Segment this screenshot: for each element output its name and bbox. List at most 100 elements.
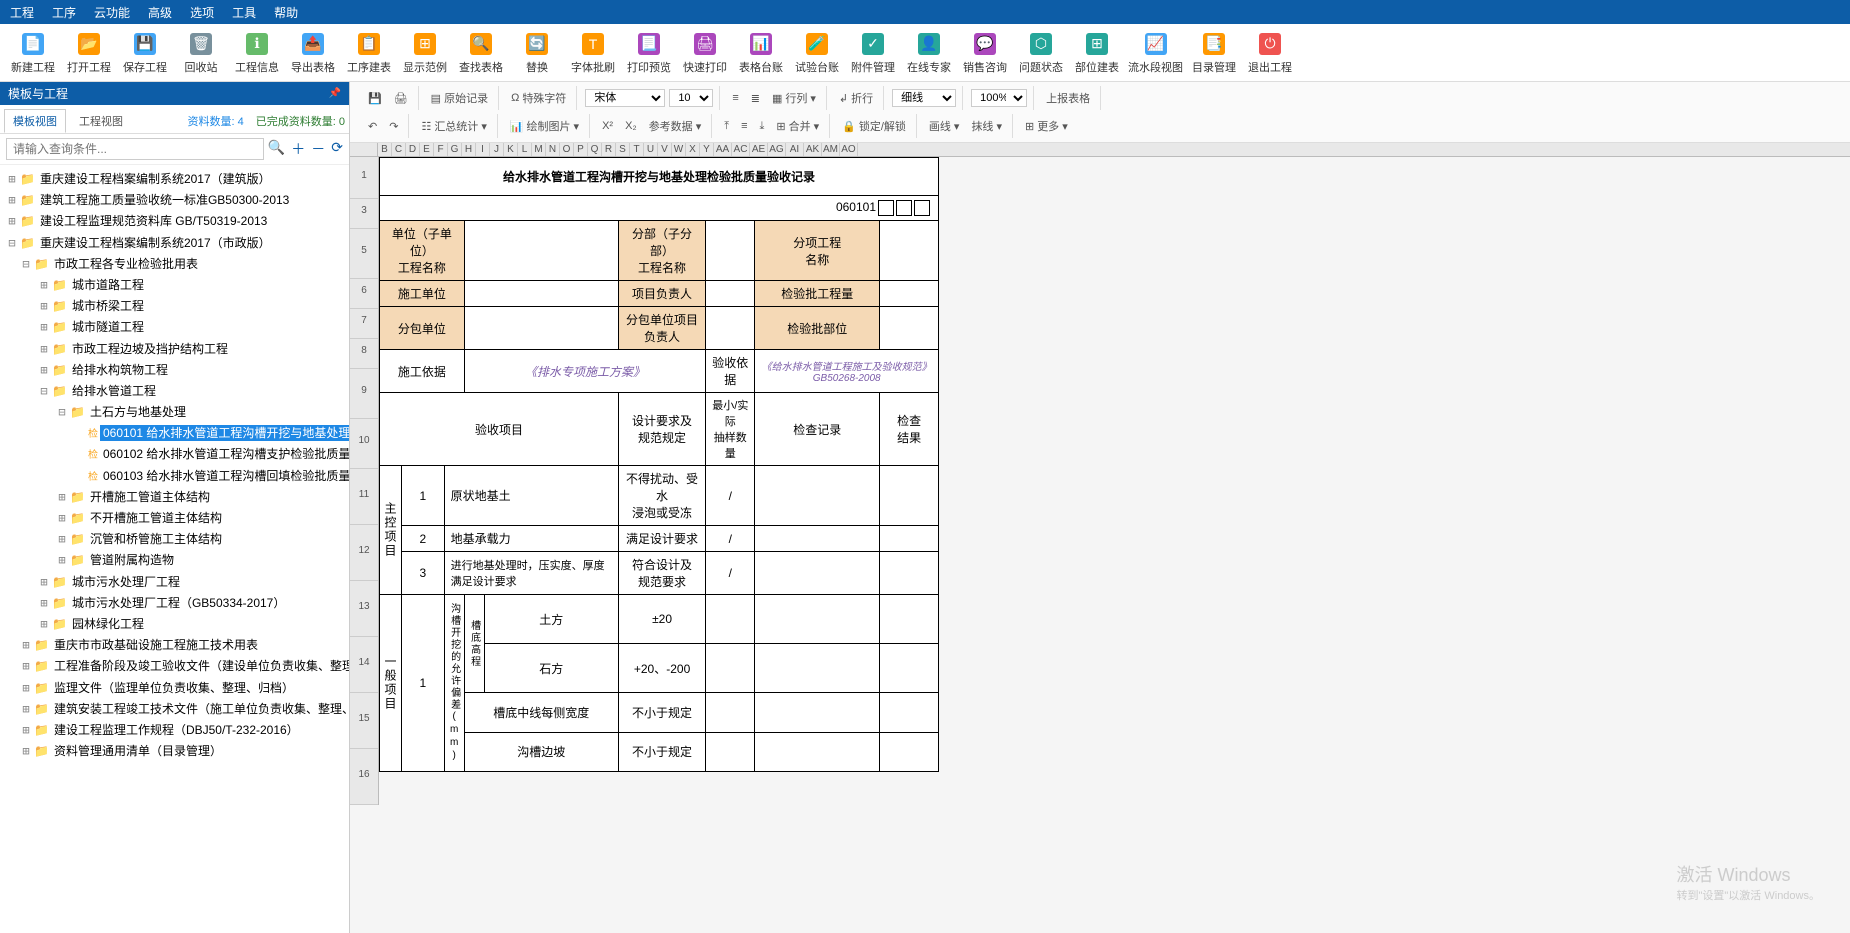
original-record-button[interactable]: ▤ 原始记录 bbox=[427, 88, 492, 108]
col-header[interactable]: AE bbox=[750, 143, 768, 156]
col-header[interactable]: AC bbox=[732, 143, 750, 156]
col-header[interactable]: H bbox=[462, 143, 476, 156]
tree-node[interactable]: ⊞📁沉管和桥管施工主体结构 bbox=[2, 529, 347, 550]
col-header[interactable]: K bbox=[504, 143, 518, 156]
col-header[interactable]: O bbox=[560, 143, 574, 156]
col-header[interactable]: AA bbox=[714, 143, 732, 156]
tree-node[interactable]: ⊟📁重庆建设工程档案编制系统2017（市政版） bbox=[2, 233, 347, 254]
toolbar-试验台账[interactable]: 🧪试验台账 bbox=[792, 26, 842, 80]
tree-node[interactable]: ⊟📁土石方与地基处理 bbox=[2, 402, 347, 423]
tree-node[interactable]: ⊞📁城市污水处理厂工程（GB50334-2017） bbox=[2, 593, 347, 614]
col-header[interactable]: S bbox=[616, 143, 630, 156]
rowcol-button[interactable]: ▦ 行列 ▾ bbox=[768, 88, 820, 108]
menu-工具[interactable]: 工具 bbox=[232, 4, 256, 21]
toolbar-导出表格[interactable]: 📤导出表格 bbox=[288, 26, 338, 80]
summary-button[interactable]: ☷ 汇总统计 ▾ bbox=[417, 116, 490, 136]
special-char-button[interactable]: Ω 特殊字符 bbox=[507, 88, 570, 108]
col-header[interactable]: G bbox=[448, 143, 462, 156]
tree-node[interactable]: ⊞📁资料管理通用清单（目录管理） bbox=[2, 741, 347, 762]
search-input[interactable] bbox=[6, 138, 264, 160]
eraseline-button[interactable]: 抹线 ▾ bbox=[967, 116, 1006, 136]
tree-node[interactable]: ⊟📁市政工程各专业检验批用表 bbox=[2, 254, 347, 275]
zoom-select[interactable]: 100% bbox=[971, 89, 1027, 107]
toolbar-回收站[interactable]: 🗑回收站 bbox=[176, 26, 226, 80]
toolbar-表格台账[interactable]: 📊表格台账 bbox=[736, 26, 786, 80]
col-header[interactable]: C bbox=[392, 143, 406, 156]
tree-node[interactable]: ⊞📁重庆建设工程档案编制系统2017（建筑版） bbox=[2, 169, 347, 190]
toolbar-打印预览[interactable]: 📃打印预览 bbox=[624, 26, 674, 80]
toolbar-部位建表[interactable]: ⊞部位建表 bbox=[1072, 26, 1122, 80]
tree-node[interactable]: ⊞📁管道附属构造物 bbox=[2, 550, 347, 571]
valign-mid-icon[interactable]: ≡ bbox=[737, 118, 751, 134]
col-header[interactable]: U bbox=[644, 143, 658, 156]
row-header[interactable]: 6 bbox=[350, 279, 378, 309]
row-header[interactable]: 1 bbox=[350, 157, 378, 199]
search-icon[interactable]: 🔍 bbox=[268, 139, 285, 159]
col-header[interactable]: N bbox=[546, 143, 560, 156]
col-header[interactable]: T bbox=[630, 143, 644, 156]
menu-工序[interactable]: 工序 bbox=[52, 4, 76, 21]
toolbar-销售咨询[interactable]: 💬销售咨询 bbox=[960, 26, 1010, 80]
tree-node[interactable]: ⊞📁市政工程边坡及挡护结构工程 bbox=[2, 339, 347, 360]
tree-node[interactable]: ⊞📁给排水构筑物工程 bbox=[2, 360, 347, 381]
remove-icon[interactable]: － bbox=[311, 139, 325, 159]
tab-template-view[interactable]: 模板视图 bbox=[4, 109, 66, 133]
lock-button[interactable]: 🔒 锁定/解锁 bbox=[838, 116, 910, 136]
row-header[interactable]: 10 bbox=[350, 419, 378, 469]
tree-node[interactable]: ⊞📁城市道路工程 bbox=[2, 275, 347, 296]
col-header[interactable]: AM bbox=[822, 143, 840, 156]
col-header[interactable]: J bbox=[490, 143, 504, 156]
row-header[interactable]: 9 bbox=[350, 369, 378, 419]
wrap-button[interactable]: ↲ 折行 bbox=[835, 88, 877, 108]
row-header[interactable]: 7 bbox=[350, 309, 378, 339]
col-header[interactable]: V bbox=[658, 143, 672, 156]
row-header[interactable]: 11 bbox=[350, 469, 378, 525]
menu-云功能[interactable]: 云功能 bbox=[94, 4, 130, 21]
toolbar-问题状态[interactable]: ⬡问题状态 bbox=[1016, 26, 1066, 80]
row-header[interactable]: 3 bbox=[350, 199, 378, 229]
menu-工程[interactable]: 工程 bbox=[10, 4, 34, 21]
toolbar-在线专家[interactable]: 👤在线专家 bbox=[904, 26, 954, 80]
tree-node[interactable]: ⊞📁建筑安装工程竣工技术文件（施工单位负责收集、整理、归档 bbox=[2, 699, 347, 720]
toolbar-流水段视图[interactable]: 📈流水段视图 bbox=[1128, 26, 1183, 80]
tree-node[interactable]: ⊞📁监理文件（监理单位负责收集、整理、归档） bbox=[2, 678, 347, 699]
tree-node[interactable]: ⊞📁建设工程监理工作规程（DBJ50/T-232-2016） bbox=[2, 720, 347, 741]
col-header[interactable]: X bbox=[686, 143, 700, 156]
col-header[interactable]: Q bbox=[588, 143, 602, 156]
menu-高级[interactable]: 高级 bbox=[148, 4, 172, 21]
tree-node[interactable]: ⊞📁城市污水处理厂工程 bbox=[2, 572, 347, 593]
toolbar-快速打印[interactable]: 🖨快速打印 bbox=[680, 26, 730, 80]
row-header[interactable]: 16 bbox=[350, 749, 378, 805]
toolbar-工序建表[interactable]: 📋工序建表 bbox=[344, 26, 394, 80]
tab-project-view[interactable]: 工程视图 bbox=[70, 109, 132, 133]
tree-node[interactable]: 检060101 给水排水管道工程沟槽开挖与地基处理检 bbox=[2, 423, 347, 444]
sub-icon[interactable]: X₂ bbox=[621, 118, 641, 134]
toolbar-附件管理[interactable]: ✓附件管理 bbox=[848, 26, 898, 80]
font-select[interactable]: 宋体 bbox=[585, 89, 665, 107]
col-header[interactable]: AK bbox=[804, 143, 822, 156]
document-table[interactable]: 给水排水管道工程沟槽开挖与地基处理检验批质量验收记录 060101 单位（子单位… bbox=[379, 157, 939, 772]
toolbar-目录管理[interactable]: 📑目录管理 bbox=[1189, 26, 1239, 80]
redo-icon[interactable]: ↷ bbox=[385, 118, 402, 135]
toolbar-打开工程[interactable]: 📂打开工程 bbox=[64, 26, 114, 80]
col-header[interactable]: W bbox=[672, 143, 686, 156]
super-icon[interactable]: X² bbox=[598, 118, 617, 134]
valign-bot-icon[interactable]: ⤓ bbox=[756, 118, 769, 135]
tree-node[interactable]: ⊟📁给排水管道工程 bbox=[2, 381, 347, 402]
pin-icon[interactable]: 📌 bbox=[329, 88, 341, 99]
menu-选项[interactable]: 选项 bbox=[190, 4, 214, 21]
col-header[interactable]: B bbox=[378, 143, 392, 156]
tree-node[interactable]: ⊞📁工程准备阶段及竣工验收文件（建设单位负责收集、整理、 bbox=[2, 656, 347, 677]
col-header[interactable]: AO bbox=[840, 143, 858, 156]
col-header[interactable]: E bbox=[420, 143, 434, 156]
toolbar-保存工程[interactable]: 💾保存工程 bbox=[120, 26, 170, 80]
toolbar-显示范例[interactable]: ⊞显示范例 bbox=[400, 26, 450, 80]
row-header[interactable]: 15 bbox=[350, 693, 378, 749]
refresh-icon[interactable]: ⟳ bbox=[331, 139, 343, 159]
toolbar-工程信息[interactable]: ℹ工程信息 bbox=[232, 26, 282, 80]
align-center-icon[interactable]: ≣ bbox=[747, 90, 764, 107]
row-header[interactable]: 5 bbox=[350, 229, 378, 279]
col-header[interactable]: L bbox=[518, 143, 532, 156]
size-select[interactable]: 10 bbox=[669, 89, 713, 107]
col-header[interactable]: AG bbox=[768, 143, 786, 156]
